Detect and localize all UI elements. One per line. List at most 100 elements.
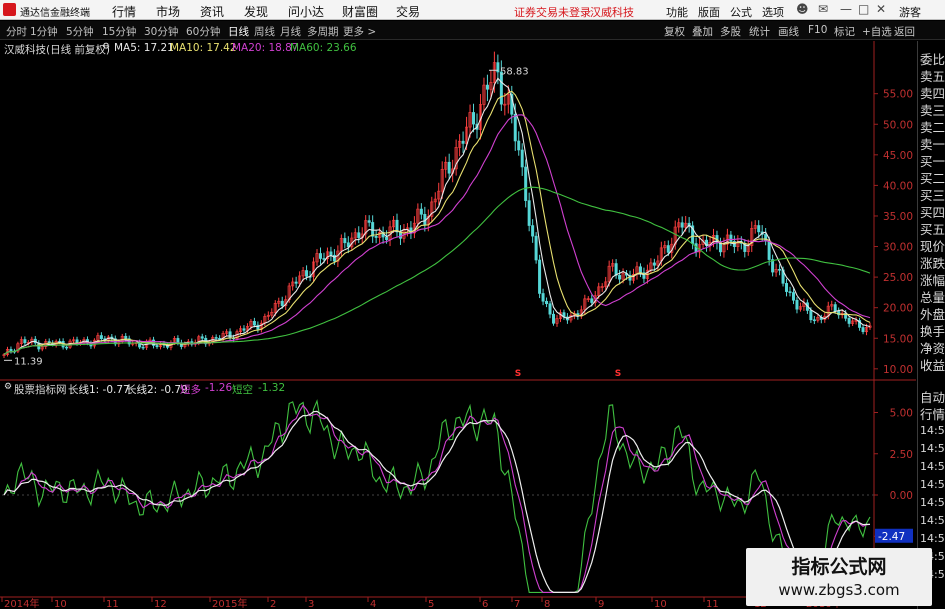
price-chart[interactable]: 55.0050.0045.0040.0035.0030.0025.0020.00… bbox=[0, 0, 945, 609]
indicator-axis-label: 2.50 bbox=[890, 449, 913, 461]
rp-time: 14:50 bbox=[920, 424, 945, 437]
candle-body bbox=[447, 161, 451, 174]
candle-body bbox=[176, 338, 180, 343]
candle-body bbox=[791, 292, 795, 301]
candle-body bbox=[552, 313, 556, 324]
indicator-long-label: 短多 bbox=[180, 384, 201, 396]
candle-body bbox=[517, 140, 521, 151]
price-axis-label: 45.00 bbox=[883, 150, 913, 162]
candle-body bbox=[548, 303, 552, 315]
rp-time: 14:50 bbox=[920, 442, 945, 455]
rp-time: 14:50 bbox=[920, 496, 945, 509]
date-axis-label: 2 bbox=[270, 599, 276, 609]
candle-body bbox=[524, 166, 528, 201]
candle-body bbox=[472, 112, 476, 125]
candle-body bbox=[778, 268, 782, 271]
candle-body bbox=[513, 113, 517, 142]
candle-body bbox=[638, 266, 642, 273]
candle-body bbox=[99, 335, 103, 339]
candle-body bbox=[280, 300, 284, 306]
rp-shouyi: 收益 bbox=[920, 358, 945, 373]
candle-body bbox=[833, 304, 837, 312]
indicator-name: 股票指标网 bbox=[14, 384, 67, 396]
candle-body bbox=[795, 299, 799, 310]
candle-body bbox=[385, 236, 389, 240]
candle-body bbox=[757, 225, 761, 233]
candle-body bbox=[520, 149, 524, 168]
indicator-short-label: 短空 bbox=[232, 384, 253, 396]
price-axis-label: 30.00 bbox=[883, 242, 913, 254]
candle-body bbox=[809, 310, 813, 321]
date-axis-label: 2014年 bbox=[4, 597, 39, 609]
candle-body bbox=[23, 339, 27, 344]
candle-body bbox=[527, 200, 531, 226]
rp-time: 14:50 bbox=[920, 532, 945, 545]
indicator-current-value: -2.47 bbox=[878, 531, 905, 543]
indicator-line1: 长线1: -0.77 bbox=[68, 384, 130, 396]
candle-body bbox=[718, 242, 722, 253]
price-axis-label: 55.00 bbox=[883, 89, 913, 101]
candle-body bbox=[847, 318, 851, 324]
candle-body bbox=[65, 346, 69, 349]
candle-body bbox=[214, 337, 218, 339]
date-axis-label: 3 bbox=[308, 599, 314, 609]
candle-body bbox=[785, 283, 789, 292]
candle-body bbox=[367, 220, 371, 223]
candle-body bbox=[729, 234, 733, 242]
watermark-badge: 指标公式网 www.zbgs3.com bbox=[746, 548, 932, 606]
date-axis-label: 11 bbox=[106, 599, 119, 609]
watermark-title: 指标公式网 bbox=[791, 556, 887, 578]
rp-hangqing[interactable]: 行情 bbox=[920, 404, 945, 423]
price-axis-label: 40.00 bbox=[883, 180, 913, 192]
candle-body bbox=[767, 240, 771, 260]
ma10-line bbox=[3, 90, 871, 356]
price-axis-label: 50.00 bbox=[883, 119, 913, 131]
candle-body bbox=[322, 258, 326, 260]
indicator-gear-icon[interactable]: ⚙ bbox=[4, 382, 12, 392]
indicator-axis-label: 5.00 bbox=[890, 408, 913, 420]
candle-body bbox=[680, 222, 684, 228]
price-axis-label: 35.00 bbox=[883, 211, 913, 223]
candle-body bbox=[228, 331, 232, 339]
price-axis-label: 20.00 bbox=[883, 303, 913, 315]
candle-body bbox=[294, 281, 298, 284]
candle-body bbox=[242, 328, 246, 331]
candle-body bbox=[141, 346, 145, 349]
candle-body bbox=[614, 263, 618, 276]
candle-body bbox=[812, 319, 816, 322]
candle-body bbox=[318, 253, 322, 259]
date-axis-label: 6 bbox=[482, 599, 488, 609]
indicator-short-line bbox=[3, 399, 871, 593]
low-price-label: 11.39 bbox=[14, 356, 43, 367]
candle-body bbox=[419, 208, 423, 215]
candle-body bbox=[541, 293, 545, 302]
candle-body bbox=[545, 300, 549, 305]
indicator-axis-label: 0.00 bbox=[890, 490, 913, 502]
price-axis-label: 10.00 bbox=[883, 364, 913, 376]
candle-body bbox=[329, 251, 333, 256]
candle-body bbox=[534, 235, 538, 261]
date-axis-label: 7 bbox=[514, 599, 520, 609]
candle-body bbox=[461, 140, 465, 144]
date-axis-label: 12 bbox=[154, 599, 167, 609]
candle-body bbox=[9, 349, 13, 352]
ma60-line bbox=[3, 186, 871, 356]
date-axis-label: 10 bbox=[54, 599, 67, 609]
candle-body bbox=[666, 245, 670, 253]
candle-body bbox=[531, 225, 535, 237]
date-axis-label: 10 bbox=[654, 599, 667, 609]
candle-body bbox=[371, 222, 375, 237]
rp-time: 14:50 bbox=[920, 460, 945, 473]
candle-body bbox=[538, 259, 542, 294]
date-axis-label: 8 bbox=[544, 599, 550, 609]
indicator-short-value: -1.32 bbox=[258, 382, 286, 394]
sell-signal-marker: S bbox=[615, 369, 621, 379]
candle-body bbox=[200, 336, 204, 339]
candle-body bbox=[332, 254, 336, 262]
candle-body bbox=[618, 274, 622, 280]
candle-body bbox=[861, 327, 865, 333]
watermark-url: www.zbgs3.com bbox=[778, 581, 900, 599]
candle-body bbox=[764, 234, 768, 242]
ma20-line bbox=[3, 114, 871, 356]
candle-body bbox=[485, 84, 489, 90]
